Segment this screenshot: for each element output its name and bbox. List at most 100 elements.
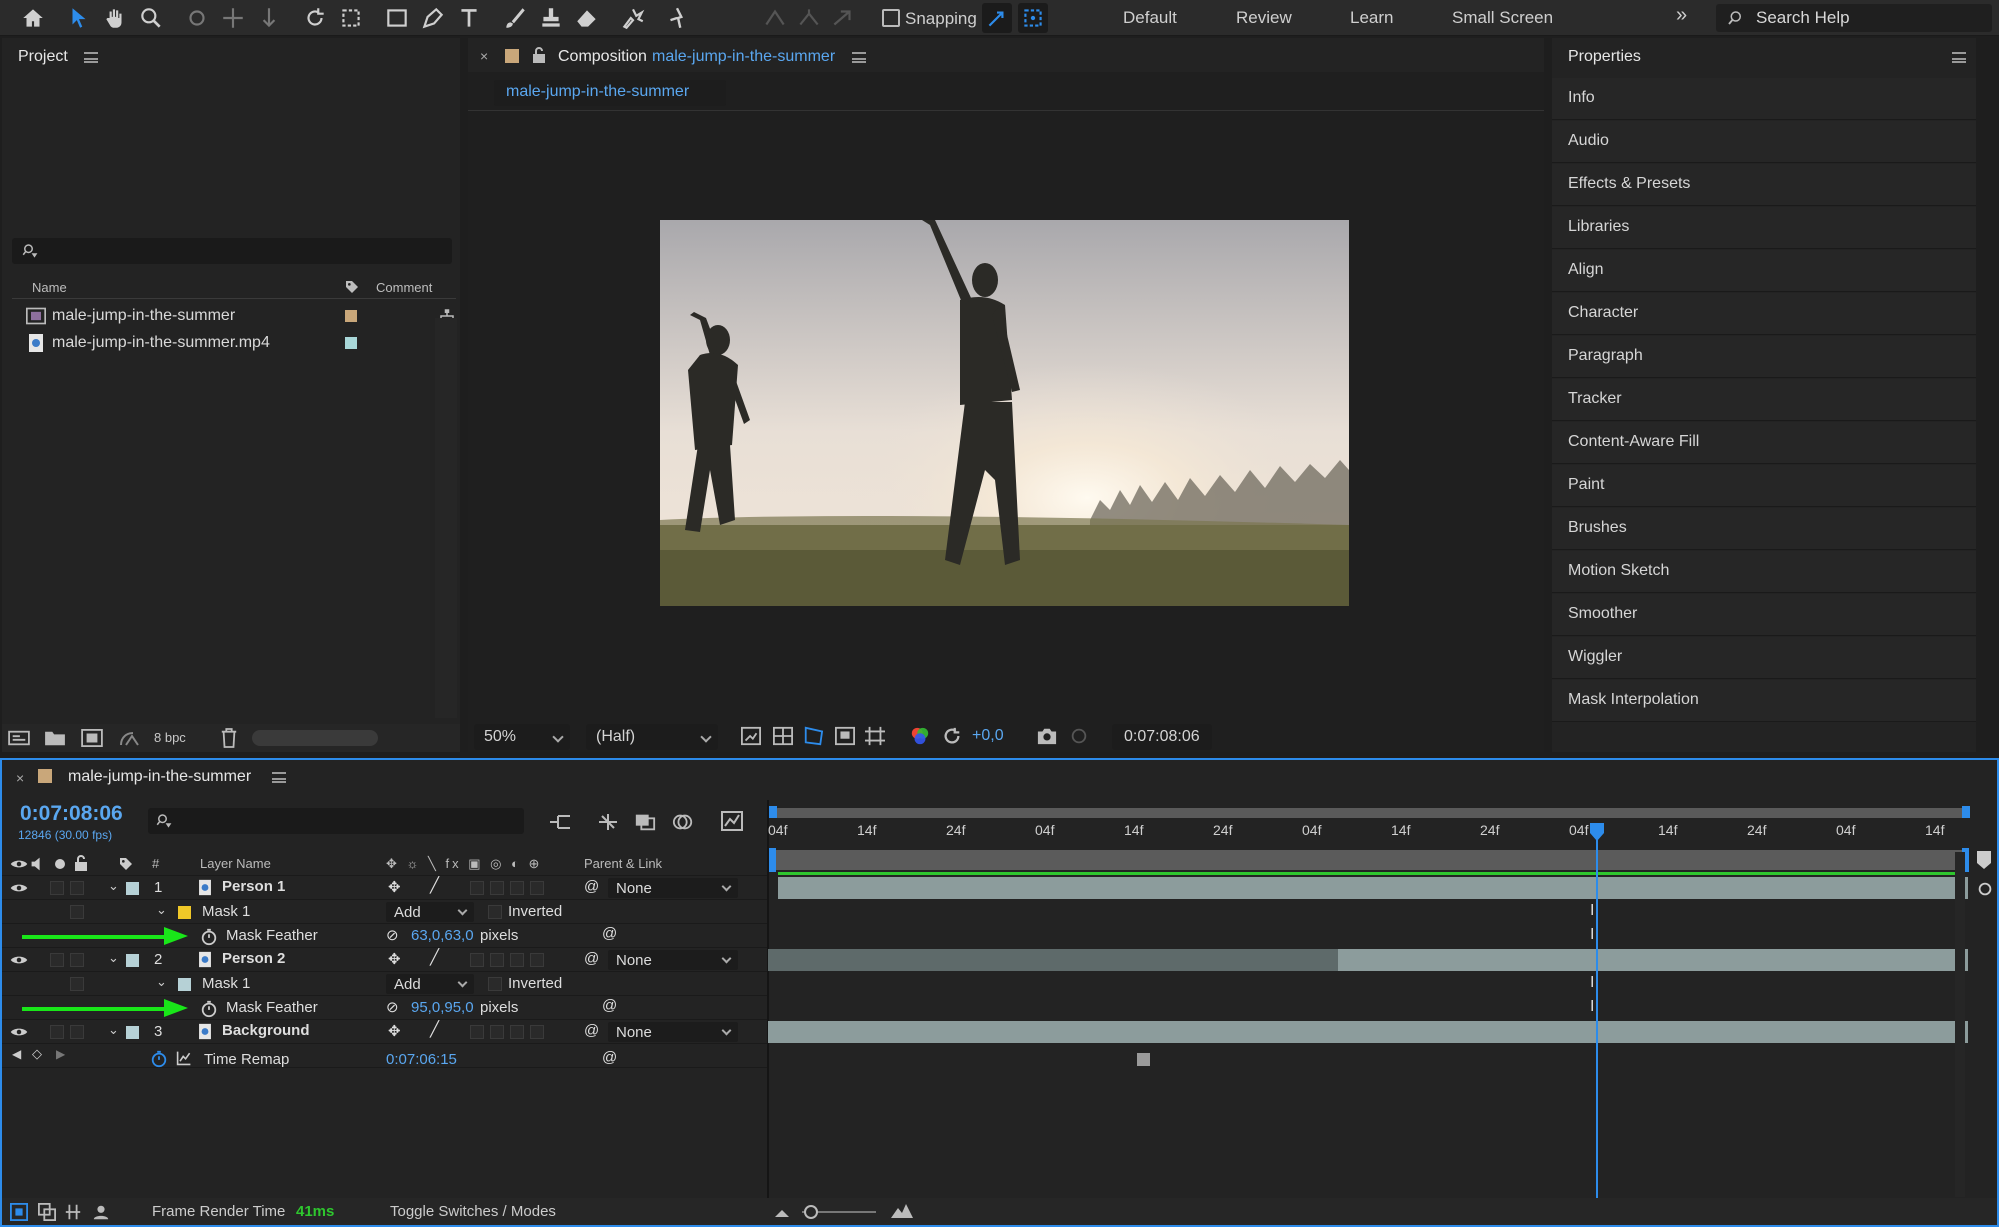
thumbnail-slider[interactable] — [252, 730, 378, 746]
switch-box[interactable] — [470, 953, 484, 967]
in-out-toggle-icon[interactable] — [64, 1203, 82, 1221]
eraser-tool-icon[interactable] — [572, 3, 602, 33]
parent-link-header[interactable]: Parent & Link — [584, 856, 662, 871]
expand-chevron-icon[interactable]: ⌄ — [108, 878, 119, 894]
switch-box[interactable] — [510, 1025, 524, 1039]
timeline-zoom-handle[interactable] — [804, 1205, 818, 1219]
label-swatch[interactable] — [345, 310, 357, 322]
align-anchor-icon[interactable] — [794, 3, 824, 33]
transfer-controls-toggle-icon[interactable] — [38, 1203, 56, 1221]
workspace-default[interactable]: Default — [1123, 8, 1177, 28]
lock-switch[interactable] — [70, 1025, 84, 1039]
lock-icon[interactable] — [532, 47, 546, 63]
timeline-menu-icon[interactable] — [272, 772, 286, 783]
reset-exposure-icon[interactable] — [942, 726, 962, 746]
switch-box[interactable] — [530, 881, 544, 895]
search-help-input[interactable]: Search Help — [1716, 4, 1992, 32]
expand-chevron-icon[interactable]: ⌄ — [156, 974, 167, 990]
mask-color-swatch[interactable] — [178, 978, 191, 991]
snapping-checkbox[interactable] — [882, 9, 900, 27]
project-scrollbar[interactable] — [435, 318, 457, 718]
panel-paint[interactable]: Paint — [1552, 465, 1976, 507]
brush-tool-icon[interactable] — [500, 3, 530, 33]
workspace-small-screen[interactable]: Small Screen — [1452, 8, 1553, 28]
snapshot-camera-icon[interactable] — [1036, 726, 1058, 746]
time-remap-keyframe[interactable] — [1137, 1053, 1150, 1066]
timeline-current-time[interactable]: 0:07:08:06 — [20, 802, 123, 826]
mask-feather-value[interactable]: 63,0,63,0 — [411, 927, 474, 944]
bit-depth-button[interactable]: 8 bpc — [154, 730, 186, 745]
project-menu-icon[interactable] — [84, 52, 98, 63]
time-navigator[interactable] — [776, 808, 1968, 818]
workspace-learn[interactable]: Learn — [1350, 8, 1393, 28]
expand-chevron-icon[interactable]: ⌄ — [108, 1022, 119, 1038]
parent-dropdown[interactable]: None — [608, 950, 738, 970]
layer-bar-person-1[interactable] — [778, 877, 1968, 899]
constrain-link-icon[interactable]: ⊘ — [386, 998, 399, 1016]
work-area-start[interactable] — [769, 848, 776, 872]
layer-label-color[interactable] — [126, 882, 139, 895]
stopwatch-icon[interactable] — [200, 1000, 218, 1018]
frame-blending-icon[interactable] — [634, 812, 656, 832]
switch-box[interactable] — [510, 953, 524, 967]
solo-switch[interactable] — [50, 881, 64, 895]
mask-name[interactable]: Mask 1 — [202, 903, 250, 920]
snap-edges-icon[interactable] — [982, 3, 1012, 33]
timeline-comp-name[interactable]: male-jump-in-the-summer — [68, 768, 251, 786]
lock-switch[interactable] — [70, 881, 84, 895]
anchor-point-tool-icon[interactable] — [336, 3, 366, 33]
switch-box[interactable] — [530, 1025, 544, 1039]
panel-mask-interpolation[interactable]: Mask Interpolation — [1552, 680, 1976, 722]
pen-tool-icon[interactable] — [418, 3, 448, 33]
mask-row[interactable] — [2, 900, 767, 924]
panel-paragraph[interactable]: Paragraph — [1552, 336, 1976, 378]
lock-switch[interactable] — [70, 953, 84, 967]
switch-box[interactable] — [490, 953, 504, 967]
panel-character[interactable]: Character — [1552, 293, 1976, 335]
project-item[interactable]: male-jump-in-the-summer.mp4 — [12, 330, 456, 356]
inverted-checkbox[interactable] — [488, 905, 502, 919]
solo-switch[interactable] — [50, 1025, 64, 1039]
switch-box[interactable] — [510, 881, 524, 895]
quality-switch-icon[interactable]: ╱ — [430, 1020, 439, 1038]
mask-mode-dropdown[interactable]: Add — [386, 974, 474, 994]
video-visibility-icon[interactable] — [10, 857, 28, 871]
roto-brush-tool-icon[interactable] — [618, 3, 648, 33]
comp-marker-icon[interactable] — [1976, 850, 1992, 870]
mask-feather-value[interactable]: 95,0,95,0 — [411, 999, 474, 1016]
zoom-dropdown[interactable]: 50% — [474, 724, 570, 750]
grid-guides-icon[interactable] — [864, 726, 886, 746]
align-icon[interactable] — [760, 3, 790, 33]
zoom-tool-icon[interactable] — [136, 3, 166, 33]
show-snapshot-icon[interactable] — [1068, 726, 1090, 746]
navigator-start-handle[interactable] — [769, 806, 777, 818]
render-time-toggle-icon[interactable] — [92, 1203, 110, 1221]
expression-pick-whip-icon[interactable]: @ — [602, 997, 617, 1014]
timeline-search-input[interactable] — [148, 808, 524, 834]
shy-switch-icon[interactable]: ✥ — [388, 950, 401, 968]
parent-dropdown[interactable]: None — [608, 878, 738, 898]
shy-switch-icon[interactable]: ✥ — [388, 878, 401, 896]
new-composition-icon[interactable] — [80, 729, 104, 747]
composition-tab[interactable]: male-jump-in-the-summer — [494, 80, 726, 106]
current-time-display[interactable]: 0:07:08:06 — [1112, 724, 1212, 750]
panel-info[interactable]: Info — [1552, 78, 1976, 120]
resolution-dropdown[interactable]: (Half) — [586, 724, 718, 750]
project-search-input[interactable] — [12, 238, 452, 264]
prev-keyframe-icon[interactable]: ◀ — [12, 1047, 21, 1061]
lock-switch[interactable] — [70, 905, 84, 919]
expression-pick-whip-icon[interactable]: @ — [602, 925, 617, 942]
panel-libraries[interactable]: Libraries — [1552, 207, 1976, 249]
mask-mode-dropdown[interactable]: Add — [386, 902, 474, 922]
mask-visibility-icon[interactable] — [802, 726, 824, 746]
home-icon[interactable] — [18, 3, 48, 33]
stopwatch-active-icon[interactable] — [150, 1050, 168, 1068]
view-axis-icon[interactable] — [828, 3, 858, 33]
graph-icon[interactable] — [176, 1050, 192, 1066]
constrain-link-icon[interactable]: ⊘ — [386, 926, 399, 944]
project-col-name[interactable]: Name — [32, 280, 67, 295]
quality-switch-icon[interactable]: ╱ — [430, 948, 439, 966]
solo-switch[interactable] — [50, 953, 64, 967]
switch-box[interactable] — [490, 881, 504, 895]
channels-icon[interactable] — [910, 726, 930, 746]
